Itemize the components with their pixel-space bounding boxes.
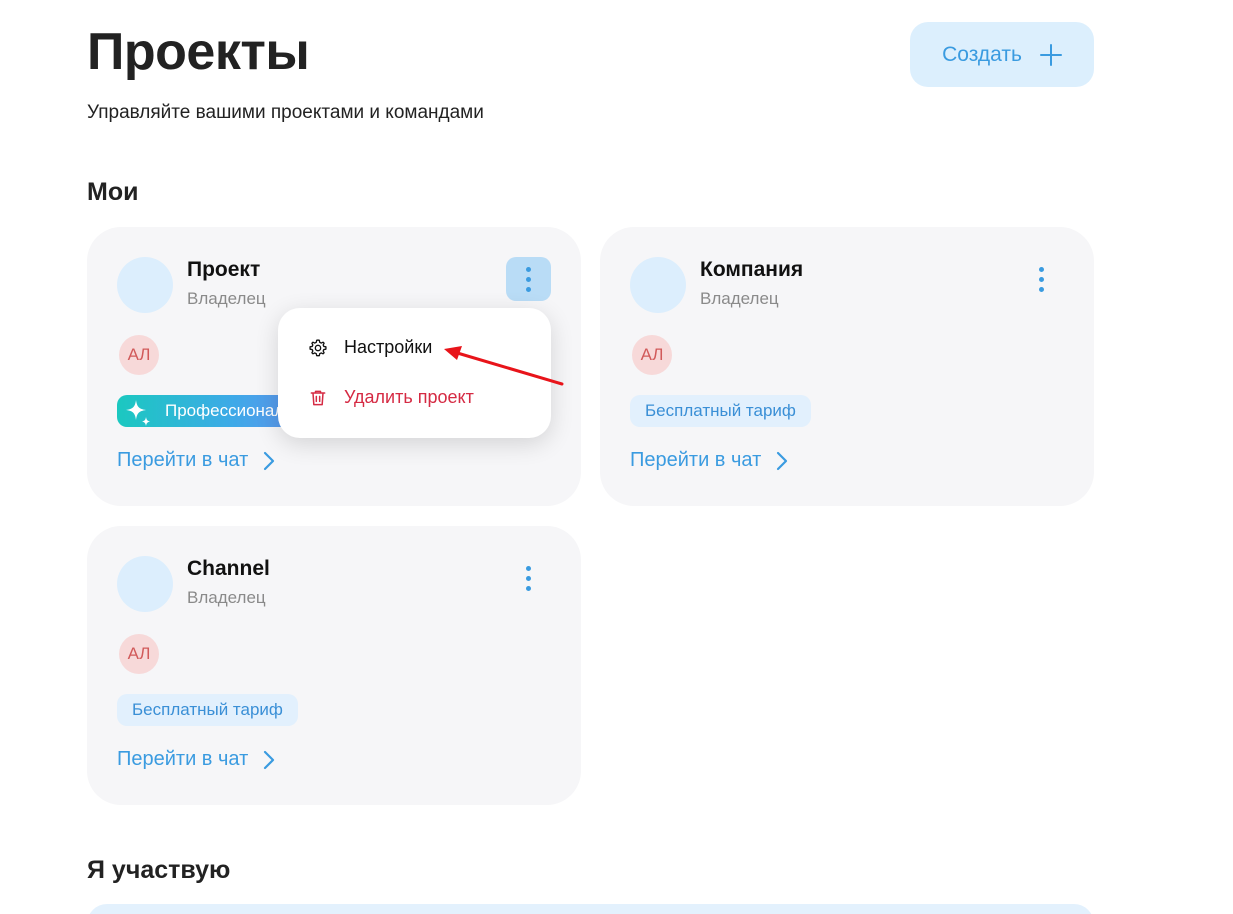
- go-to-chat-link[interactable]: Перейти в чат: [117, 449, 276, 472]
- create-button[interactable]: Создать: [910, 22, 1094, 87]
- chat-link-label: Перейти в чат: [117, 449, 249, 471]
- plan-badge: Бесплатный тариф: [630, 395, 811, 427]
- kebab-icon: [526, 266, 531, 272]
- kebab-icon: [526, 565, 531, 571]
- menu-item-delete-label: Удалить проект: [344, 387, 474, 407]
- go-to-chat-link[interactable]: Перейти в чат: [117, 748, 276, 771]
- project-role: Владелец: [700, 289, 779, 308]
- menu-item-settings[interactable]: Настройки: [308, 337, 432, 358]
- page-subtitle: Управляйте вашими проектами и командами: [87, 102, 484, 123]
- gear-icon: [309, 338, 327, 356]
- menu-item-delete[interactable]: Удалить проект: [308, 387, 474, 408]
- chevron-right-icon: [264, 750, 275, 769]
- project-options-menu: Настройки Удалить проект: [278, 308, 551, 438]
- member-avatar: АЛ: [119, 634, 159, 674]
- project-avatar: [117, 257, 173, 313]
- trash-icon: [310, 390, 326, 405]
- chevron-right-icon: [264, 451, 275, 470]
- member-avatar: АЛ: [632, 335, 672, 375]
- section-title-my: Мои: [87, 178, 139, 206]
- chat-link-label: Перейти в чат: [117, 748, 249, 770]
- sparkle-icon: [126, 400, 150, 426]
- more-options-button[interactable]: [506, 556, 551, 600]
- kebab-icon: [1039, 266, 1044, 272]
- project-role: Владелец: [187, 289, 266, 308]
- project-name: Channel: [187, 557, 270, 580]
- project-card: Компания Владелец АЛ Бесплатный тариф Пе…: [600, 227, 1094, 506]
- project-avatar: [630, 257, 686, 313]
- more-options-button[interactable]: [506, 257, 551, 301]
- member-avatar: АЛ: [119, 335, 159, 375]
- project-name: Проект: [187, 258, 261, 281]
- create-button-label: Создать: [942, 42, 1022, 66]
- section-title-participate: Я участвую: [87, 856, 231, 884]
- plan-badge: Бесплатный тариф: [117, 694, 298, 726]
- chevron-right-icon: [777, 451, 788, 470]
- menu-item-settings-label: Настройки: [344, 337, 433, 357]
- page-title: Проекты: [87, 23, 310, 81]
- chat-link-label: Перейти в чат: [630, 449, 762, 471]
- go-to-chat-link[interactable]: Перейти в чат: [630, 449, 789, 472]
- plus-icon: [1039, 43, 1062, 66]
- project-avatar: [117, 556, 173, 612]
- more-options-button[interactable]: [1019, 257, 1064, 301]
- participating-project-card: [87, 904, 1094, 914]
- project-role: Владелец: [187, 588, 266, 607]
- project-card: Channel Владелец АЛ Бесплатный тариф Пер…: [87, 526, 581, 805]
- project-name: Компания: [700, 258, 804, 281]
